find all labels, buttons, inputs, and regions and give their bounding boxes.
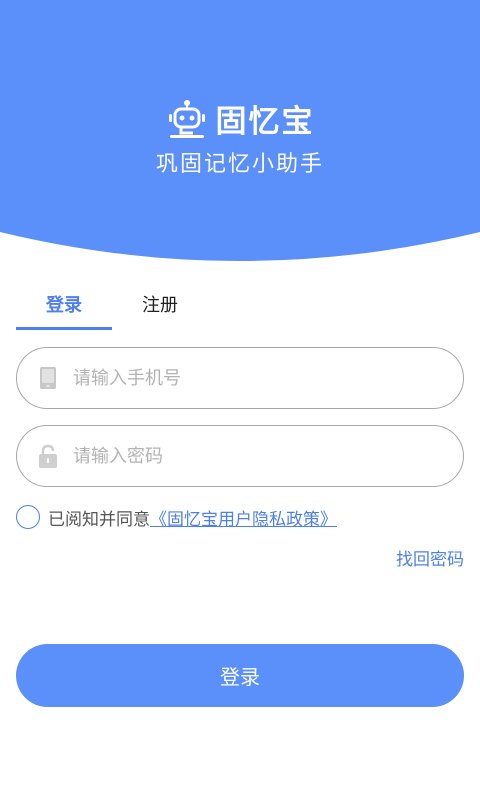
tab-register[interactable]: 注册 — [112, 276, 208, 332]
app-slogan: 巩固记忆小助手 — [155, 152, 324, 177]
phone-input[interactable] — [73, 367, 413, 389]
agreement-checkbox[interactable] — [16, 505, 40, 529]
privacy-policy-link[interactable]: 《固忆宝用户隐私政策》 — [150, 505, 337, 530]
agreement-text: 已阅知并同意 — [48, 509, 150, 530]
brand: 固忆宝 — [0, 96, 480, 141]
tab-login[interactable]: 登录 — [16, 276, 112, 332]
forgot-password-link[interactable]: 找回密码 — [396, 545, 464, 570]
active-tab-indicator — [16, 327, 112, 330]
password-field[interactable] — [16, 425, 464, 487]
lock-icon — [37, 444, 59, 468]
phone-icon — [37, 366, 59, 390]
privacy-agreement: 已阅知并同意 《固忆宝用户隐私政策》 — [16, 504, 337, 530]
login-button[interactable]: 登录 — [16, 644, 464, 707]
password-input[interactable] — [73, 445, 413, 467]
auth-tabs: 登录 注册 — [16, 276, 216, 332]
phone-field[interactable] — [16, 347, 464, 409]
robot-icon — [168, 99, 205, 138]
app-name: 固忆宝 — [215, 104, 315, 140]
login-screen: 固忆宝 巩固记忆小助手 登录 注册 已阅知并同意 《固忆宝用户隐私政 — [0, 0, 480, 800]
